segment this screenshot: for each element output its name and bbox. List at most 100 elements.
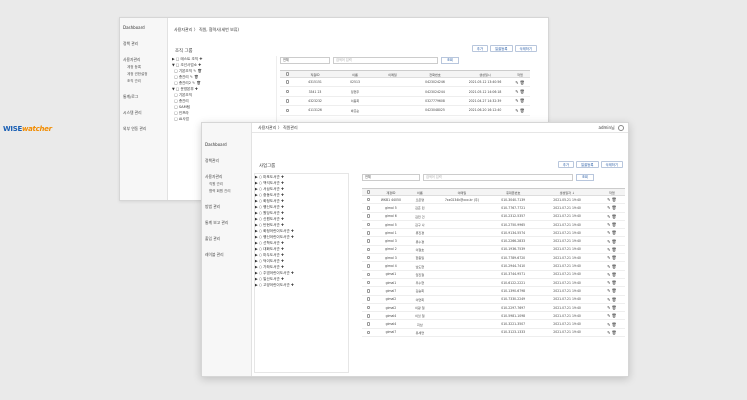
sidebar-item[interactable]: 협력 회원 관리 [202,188,251,195]
edit-icon[interactable]: ✎ [607,264,610,269]
row-select-cell[interactable] [280,96,295,107]
row-checkbox[interactable] [366,255,371,260]
table-row[interactable]: gimal 3 한종일 010-7789-6720 2021.07.21 19:40 ✎… [362,253,625,263]
edit-icon[interactable]: ✎ [607,205,610,210]
edit-icon[interactable]: ✎ [607,214,610,219]
edit-icon[interactable]: ✎ [607,305,610,310]
row-checkbox[interactable] [285,108,290,113]
trash-icon[interactable]: 🗑 [520,108,525,113]
sidebar-item[interactable]: 레이블 관리 [202,251,251,259]
table-row[interactable]: gimal4 지남 010-3221-3507 2021.07.21 19:40 ✎🗑 [362,319,625,329]
add-button[interactable]: 추가 [557,161,575,168]
table-row[interactable]: gimal 3 류수경 010-2266-2833 2021.07.21 19:40 ✎… [362,236,625,246]
table-row[interactable]: gimal7 유세연 010-3123-1333 2021.07.21 19:40 ✎🗑 [362,328,625,338]
search-button[interactable]: 조회 [576,174,594,181]
sidebar-item[interactable]: 출입 관리 [202,235,251,243]
table-row[interactable]: 3341 23 정현주 0423024244 2021.05.12 14:06:18 ✎… [280,86,530,97]
row-select-cell[interactable] [362,295,376,304]
row-checkbox[interactable] [366,239,371,243]
edit-icon[interactable]: ✎ [607,247,610,252]
trash-icon[interactable]: 🗑 [611,322,616,327]
table-row[interactable]: gimal 5 김혼 린 010-7767-7721 2021.07.21 19:40… [362,203,625,213]
delete-button[interactable]: 삭제하기 [600,161,623,168]
row-checkbox[interactable] [285,80,290,84]
trash-icon[interactable]: 🗑 [611,264,616,269]
row-select-cell[interactable] [362,253,376,263]
filter-select[interactable]: 전체 [362,174,420,181]
row-checkbox[interactable] [366,197,371,202]
edit-icon[interactable]: ✎ [607,230,610,235]
add-button[interactable]: 추가 [471,45,489,52]
user-menu[interactable]: admin님 [599,125,624,131]
row-select-cell[interactable] [362,203,376,213]
sidebar-item[interactable]: 계정 권한설정 [120,71,167,78]
trash-icon[interactable]: 🗑 [611,205,616,210]
table-row[interactable]: gimal 1 류진경 010-9134-5574 2021.07.21 19:40 ✎… [362,228,625,238]
row-select-cell[interactable] [362,195,376,205]
sidebar-item[interactable]: 사용자관리 [202,173,251,181]
row-checkbox[interactable] [366,280,371,285]
table-row[interactable]: gimal 4 남도현 010-2944-7410 2021.07.21 19:40 ✎… [362,261,625,271]
row-checkbox[interactable] [366,264,371,268]
search-button[interactable]: 조회 [441,57,459,64]
row-select-cell[interactable] [280,105,295,116]
row-checkbox[interactable] [366,231,371,235]
row-checkbox[interactable] [366,322,371,326]
select-all-checkbox[interactable] [362,188,376,196]
edit-icon[interactable]: ✎ [607,197,610,202]
table-row[interactable]: gimal4 이잇 철 010-5981-1098 2021.07.21 19:40 ✎… [362,311,625,321]
edit-icon[interactable]: ✎ [515,98,518,103]
sidebar-item[interactable]: 사용자관리 [120,56,167,64]
sidebar-item[interactable]: 정책관리 [202,157,251,165]
row-checkbox[interactable] [366,247,371,252]
row-select-cell[interactable] [362,236,376,246]
trash-icon[interactable]: 🗑 [611,222,616,227]
row-checkbox[interactable] [285,89,290,94]
sidebar-item[interactable]: Dashboard [120,24,167,32]
trash-icon[interactable]: 🗑 [611,305,616,310]
trash-icon[interactable]: 🗑 [611,239,616,244]
sidebar-item[interactable]: 외부 연동 관리 [120,125,167,133]
row-select-cell[interactable] [362,261,376,271]
table-row[interactable]: gimal2 이연희 010-7330-2249 2021.07.21 19:40 ✎🗑 [362,295,625,304]
table-row[interactable]: gimal1 우수현 010-6122-2221 2021.07.21 19:40 ✎🗑 [362,278,625,288]
trash-icon[interactable]: 🗑 [611,280,616,285]
trash-icon[interactable]: 🗑 [611,330,616,335]
checkbox-icon[interactable] [285,72,290,76]
trash-icon[interactable]: 🗑 [611,230,616,235]
edit-icon[interactable]: ✎ [607,288,610,293]
search-input[interactable]: 검색어 입력 [333,57,438,64]
row-select-cell[interactable] [280,77,295,88]
table-row[interactable]: gimal7 김승희 010-1390-6798 2021.07.21 19:40 ✎🗑 [362,286,625,296]
row-select-cell[interactable] [362,220,376,230]
edit-icon[interactable]: ✎ [607,322,610,327]
edit-icon[interactable]: ✎ [607,222,610,227]
edit-icon[interactable]: ✎ [515,108,518,113]
trash-icon[interactable]: 🗑 [611,313,616,318]
trash-icon[interactable]: 🗑 [611,197,616,202]
sidebar-item[interactable]: 직원 관리 [202,181,251,188]
sidebar-item[interactable]: 계정 등록 [120,64,167,71]
row-select-cell[interactable] [362,286,376,296]
table-row[interactable]: gimal 5 김구 나 010-2750-9965 2021.07.21 19:40… [362,220,625,230]
edit-icon[interactable]: ✎ [607,239,610,244]
row-checkbox[interactable] [366,314,371,318]
trash-icon[interactable]: 🗑 [611,247,616,252]
trash-icon[interactable]: 🗑 [611,288,616,293]
row-checkbox[interactable] [366,330,371,335]
filter-select[interactable]: 전체 [280,57,330,64]
sidebar-item[interactable]: 방법 관리 [202,203,251,211]
row-checkbox[interactable] [366,214,371,218]
search-input[interactable]: 검색어 입력 [423,174,573,181]
sidebar-item[interactable]: 시스템 관리 [120,109,167,117]
edit-icon[interactable]: ✎ [607,272,610,277]
table-row[interactable]: 4323232 이동희 0327779608 2021.04.27 14:32:39 ✎… [280,96,530,107]
trash-icon[interactable]: 🗑 [611,297,616,302]
row-select-cell[interactable] [362,278,376,288]
select-all-checkbox[interactable] [280,70,295,78]
row-checkbox[interactable] [366,206,371,210]
tree-node[interactable]: ▶ ○ 고양어린이도서관 ✚ [255,282,348,288]
table-row[interactable]: gimal 2 이철호 010-1936-7539 2021.07.21 19:40 ✎… [362,245,625,255]
table-row[interactable]: gimal 6 김전 건 010-2312-5357 2021.07.21 19:40… [362,212,625,221]
edit-icon[interactable]: ✎ [515,80,518,85]
